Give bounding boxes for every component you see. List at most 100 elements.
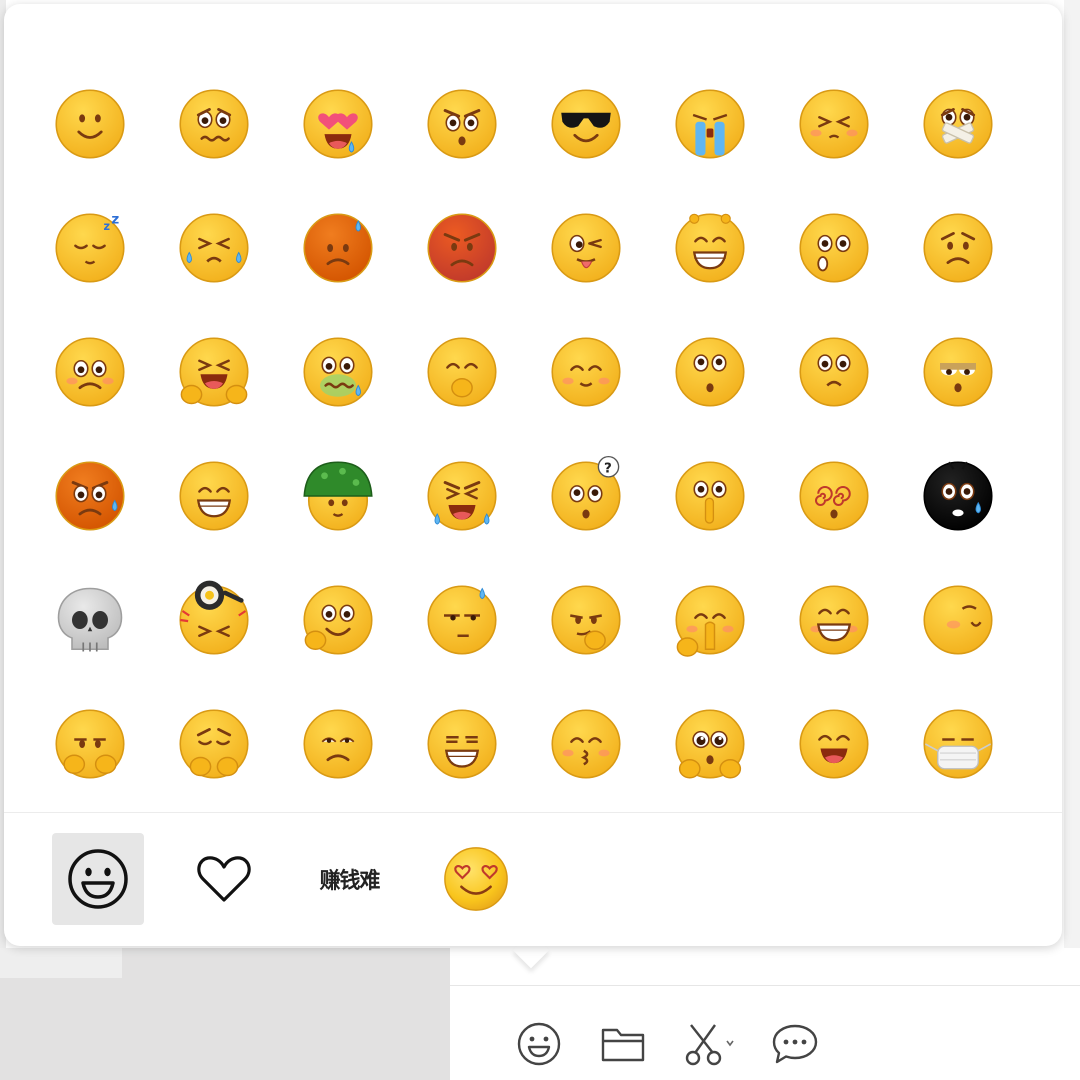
frown-emoji: [923, 213, 993, 283]
kiss-emoji: [551, 709, 621, 779]
background-window-edge-right: [1064, 0, 1080, 948]
face-palm-smile-emoji: [303, 585, 373, 655]
tab-default-emoji[interactable]: [52, 833, 144, 925]
emoji-cell[interactable]: [524, 186, 648, 310]
emoji-cell[interactable]: [400, 682, 524, 806]
emoji-cell[interactable]: ?: [524, 434, 648, 558]
mask-emoji: [923, 709, 993, 779]
emoji-cell[interactable]: [648, 186, 772, 310]
emoji-cell[interactable]: [772, 682, 896, 806]
emoji-cell[interactable]: [400, 558, 524, 682]
emoji-cell[interactable]: [648, 682, 772, 806]
emoji-cell[interactable]: [276, 186, 400, 310]
emoji-cell[interactable]: [276, 434, 400, 558]
question-emoji: ?: [551, 455, 621, 531]
emoji-cell[interactable]: [152, 558, 276, 682]
stunned-emoji: [427, 89, 497, 159]
fist-emoji: [55, 709, 125, 779]
grin-teeth-emoji: [799, 585, 869, 655]
emoji-cell[interactable]: [400, 62, 524, 186]
puppy-eyes-emoji: [675, 709, 745, 779]
blushing-sweat-emoji: [303, 213, 373, 283]
emoji-cell[interactable]: [524, 310, 648, 434]
toolbar-chat-history-button[interactable]: [770, 1018, 820, 1070]
emoji-cell[interactable]: [276, 682, 400, 806]
sleepy-eyes-emoji: [923, 337, 993, 407]
emoji-cell[interactable]: [152, 310, 276, 434]
heart-eyes-drool-emoji: [303, 89, 373, 159]
emoji-cell[interactable]: [28, 558, 152, 682]
toolbar-screenshot-button[interactable]: [682, 1018, 738, 1070]
emoji-panel-divider: [4, 812, 1062, 813]
emoji-cell[interactable]: [772, 434, 896, 558]
emoji-cell[interactable]: [896, 310, 1020, 434]
shy-emoji: [799, 89, 869, 159]
sticker-pack-label: 赚钱难: [320, 869, 381, 894]
emoji-cell[interactable]: [772, 186, 896, 310]
shocked-emoji: [675, 337, 745, 407]
emoji-cell[interactable]: [400, 310, 524, 434]
emoji-cell[interactable]: [896, 186, 1020, 310]
chat-list-highlight: [0, 948, 122, 978]
sweat-meh-emoji: [427, 585, 497, 655]
grimace-emoji: [427, 709, 497, 779]
mad-sweat-emoji: [55, 461, 125, 531]
tongue-wink-emoji: [551, 213, 621, 283]
emoji-cell[interactable]: [524, 558, 648, 682]
emoji-cell[interactable]: [152, 186, 276, 310]
tab-favorites[interactable]: [178, 833, 270, 925]
emoji-cell[interactable]: [524, 682, 648, 806]
emoji-cell[interactable]: [400, 434, 524, 558]
emoji-cell[interactable]: [772, 310, 896, 434]
crying-emoji: [675, 89, 745, 159]
emoji-cell[interactable]: [772, 558, 896, 682]
emoji-icon: [517, 1022, 561, 1066]
sad-brows-emoji: [303, 709, 373, 779]
emoji-cell[interactable]: [896, 558, 1020, 682]
cool-sunglasses-emoji: [551, 89, 621, 159]
chat-input-divider: [450, 985, 1080, 986]
tearful-squint-emoji: [179, 213, 249, 283]
emoji-cell[interactable]: [648, 558, 772, 682]
emoji-cell[interactable]: [896, 62, 1020, 186]
laughing-tears-emoji: [179, 337, 249, 407]
angry-emoji: [427, 213, 497, 283]
emoji-cell[interactable]: [276, 62, 400, 186]
giggle-emoji: [427, 337, 497, 407]
emoji-cell[interactable]: [648, 434, 772, 558]
pitiful-emoji: [55, 337, 125, 407]
emoji-cell[interactable]: [772, 62, 896, 186]
emoji-cell[interactable]: zz: [28, 186, 152, 310]
emoji-cell[interactable]: [276, 310, 400, 434]
emoji-cell[interactable]: [648, 62, 772, 186]
doubtful-emoji: [799, 337, 869, 407]
emoji-cell[interactable]: [28, 682, 152, 806]
wrongful-emoji: [179, 709, 249, 779]
tab-sticker-pack[interactable]: [430, 833, 522, 925]
smile-face-icon: [68, 849, 128, 909]
side-smile-emoji: [923, 585, 993, 655]
pray-emoji: [675, 585, 745, 657]
emoji-cell[interactable]: [28, 434, 152, 558]
content-smile-emoji: [551, 337, 621, 407]
emoji-cell[interactable]: [896, 434, 1020, 558]
black-scared-emoji: [923, 461, 993, 531]
heart-eyes-smile-icon: [444, 847, 508, 911]
emoji-cell[interactable]: [648, 310, 772, 434]
emoji-cell[interactable]: [152, 62, 276, 186]
tab-sticker-text[interactable]: 赚钱难: [300, 833, 400, 925]
toolbar-file-button[interactable]: [598, 1018, 648, 1070]
furious-tears-emoji: [427, 461, 497, 531]
emoji-cell[interactable]: [400, 186, 524, 310]
emoji-cell[interactable]: [28, 310, 152, 434]
laugh-emoji: [799, 709, 869, 779]
emoji-cell[interactable]: [896, 682, 1020, 806]
emoji-cell[interactable]: [152, 682, 276, 806]
emoji-cell[interactable]: [276, 558, 400, 682]
emoji-cell[interactable]: [28, 62, 152, 186]
shush-emoji: [675, 461, 745, 531]
emoji-cell[interactable]: [524, 62, 648, 186]
surprised-emoji: [799, 213, 869, 283]
emoji-cell[interactable]: [152, 434, 276, 558]
toolbar-emoji-button[interactable]: [514, 1018, 564, 1070]
